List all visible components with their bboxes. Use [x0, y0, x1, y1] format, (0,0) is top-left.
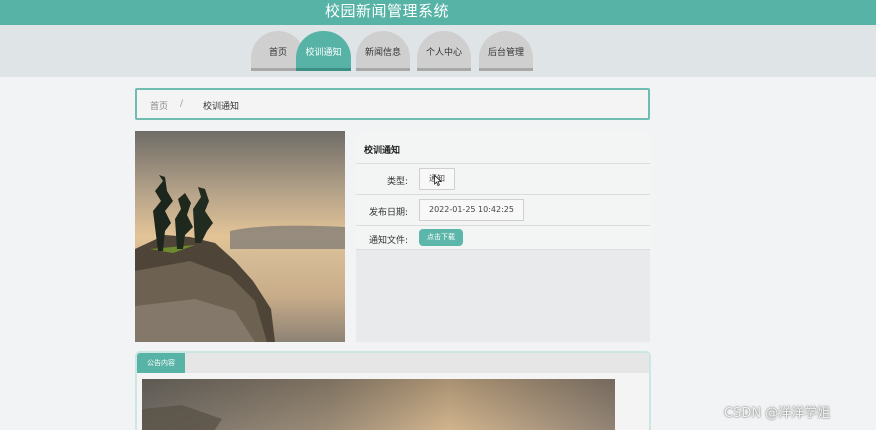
mouse-cursor-icon: [434, 171, 443, 190]
main-nav: 首页 校训通知 新闻信息 个人中心 后台管理: [0, 25, 876, 77]
type-label: 类型:: [386, 177, 408, 187]
notice-cover-image: [135, 131, 345, 342]
detail-row-type: 类型: 通知: [356, 164, 650, 195]
date-label: 发布日期:: [368, 208, 408, 218]
detail-title: 校训通知: [364, 146, 401, 156]
top-bar: 校园新闻管理系统: [0, 0, 876, 25]
content-image: [142, 379, 615, 430]
detail-row-file: 通知文件: 点击下载: [356, 226, 650, 250]
breadcrumb-separator: /: [180, 99, 184, 109]
csdn-watermark: CSDN @洋洋学姐: [724, 406, 831, 421]
detail-header: 校训通知: [356, 131, 650, 164]
notice-content-box: 公告内容: [135, 351, 651, 430]
nav-tab-personal-center[interactable]: 个人中心: [417, 31, 471, 71]
breadcrumb-current: 校训通知: [203, 102, 240, 112]
tab-notice-content[interactable]: 公告内容: [137, 353, 185, 373]
detail-row-date: 发布日期: 2022-01-25 10:42:25: [356, 195, 650, 226]
site-title: 校园新闻管理系统: [324, 2, 449, 20]
nav-tab-news[interactable]: 新闻信息: [356, 31, 410, 71]
date-value: 2022-01-25 10:42:25: [419, 199, 524, 221]
nav-tab-admin[interactable]: 后台管理: [479, 31, 533, 71]
notice-detail-panel: 校训通知 类型: 通知 发布日期: 2022-01-25 10:42:25 通知…: [356, 131, 650, 342]
content-tab-bar: 公告内容: [137, 353, 649, 373]
breadcrumb: 首页 / 校训通知: [135, 88, 650, 120]
download-button[interactable]: 点击下载: [419, 229, 463, 246]
breadcrumb-home[interactable]: 首页: [150, 99, 168, 112]
file-label: 通知文件:: [368, 236, 408, 246]
nav-tab-campus-notice[interactable]: 校训通知: [296, 31, 351, 71]
